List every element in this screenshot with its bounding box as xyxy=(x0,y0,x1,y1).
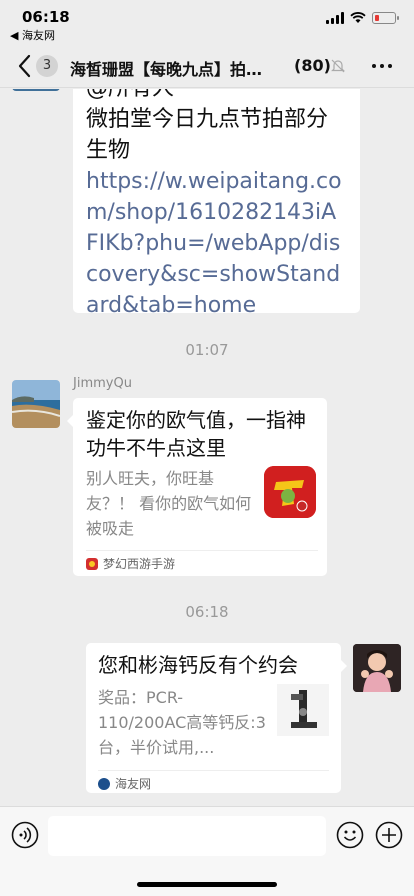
plus-icon[interactable] xyxy=(375,821,403,849)
chat-title: 海皙珊盟【每晚九点】拍… xyxy=(70,60,263,79)
message-link[interactable]: https://w.weipaitang.com/shop/1610282143… xyxy=(86,166,348,313)
chat-messages[interactable]: @所有人 微拍堂今日九点节拍部分生物 https://w.weipaitang.… xyxy=(0,89,414,806)
chevron-left-icon[interactable] xyxy=(14,53,36,79)
card-title: 鉴定你的欧气值，一指神功牛不牛点这里 xyxy=(86,408,306,460)
message-input[interactable] xyxy=(48,816,326,856)
card-description: 奖品：PCR-110/200AC高等钙反:3台，半价试用,... xyxy=(98,688,266,757)
status-icons xyxy=(326,12,399,24)
card-thumbnail xyxy=(264,466,316,518)
link-card[interactable]: 鉴定你的欧气值，一指神功牛不牛点这里 别人旺夫，你旺基友？！ 看你的欧气如何被吸… xyxy=(67,398,327,576)
link-card[interactable]: 您和彬海钙反有个约会 奖品：PCR-110/200AC高等钙反:3台，半价试用,… xyxy=(86,643,347,793)
avatar[interactable] xyxy=(12,380,60,428)
card-description: 别人旺夫，你旺基友？！ 看你的欧气如何被吸走 xyxy=(86,469,252,538)
card-thumbnail xyxy=(277,684,329,736)
timestamp: 06:18 xyxy=(185,603,229,621)
sender-name: JimmyQu xyxy=(73,376,132,391)
card-title: 您和彬海钙反有个约会 xyxy=(98,653,298,677)
card-source: 梦幻西游手游 xyxy=(86,555,175,572)
card-source-label: 梦幻西游手游 xyxy=(103,557,176,571)
bell-off-icon xyxy=(331,59,345,73)
mention-text: @所有人 xyxy=(86,89,348,104)
signal-icon xyxy=(326,12,344,24)
timestamp: 01:07 xyxy=(185,341,229,359)
home-indicator[interactable] xyxy=(137,882,277,887)
avatar[interactable] xyxy=(353,644,401,692)
voice-icon[interactable] xyxy=(11,821,39,849)
member-count: (80) xyxy=(294,56,331,75)
emoji-icon[interactable] xyxy=(336,821,364,849)
wifi-icon xyxy=(350,12,366,23)
message-bubble[interactable]: @所有人 微拍堂今日九点节拍部分生物 https://w.weipaitang.… xyxy=(73,89,360,313)
status-time: 06:18 xyxy=(22,8,70,26)
game-logo-icon xyxy=(86,557,98,570)
chat-header: 3 海皙珊盟【每晚九点】拍… (80) xyxy=(0,44,414,88)
avatar[interactable] xyxy=(12,89,60,91)
message-text: 微拍堂今日九点节拍部分生物 xyxy=(86,107,329,163)
card-source: 海友网 xyxy=(98,775,151,792)
unread-count-badge[interactable]: 3 xyxy=(36,55,58,77)
card-divider xyxy=(86,550,318,551)
back-to-app-link[interactable]: ◀ 海友网 xyxy=(10,27,55,43)
battery-icon xyxy=(372,12,399,24)
status-bar: 06:18 ◀ 海友网 xyxy=(0,0,414,44)
card-divider xyxy=(98,770,329,771)
site-logo-icon xyxy=(98,777,110,790)
more-icon[interactable] xyxy=(372,64,392,68)
card-source-label: 海友网 xyxy=(115,777,152,791)
